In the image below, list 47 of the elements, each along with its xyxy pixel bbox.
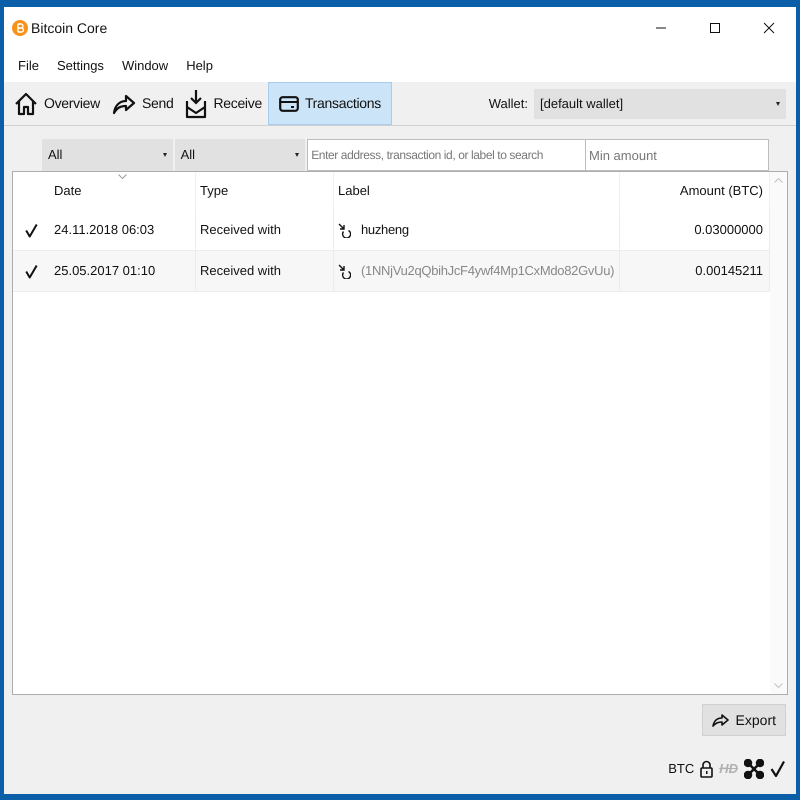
menu-item[interactable]: Window (114, 54, 176, 78)
dropdown-arrow-icon (776, 102, 780, 106)
incoming-arrow-icon (338, 222, 351, 238)
table-cell-text: (1NNjVu2qQbihJcF4ywf4Mp1CxMdo82GvUu) (361, 262, 614, 280)
tab[interactable]: Receive (179, 82, 268, 125)
table-cell-text: 0.00145211 (695, 262, 763, 280)
table-cell-text: Received with (200, 262, 281, 280)
table-cell-text: Received with (200, 221, 281, 240)
table-cell-text: huzheng (361, 221, 409, 240)
tab[interactable]: Send (106, 82, 180, 125)
wallet-label: Wallet: (488, 94, 528, 113)
incoming-arrow-icon (338, 264, 351, 278)
inbox-arrow-icon (185, 88, 208, 118)
close-icon[interactable] (763, 22, 775, 34)
send-arrow-icon (112, 92, 136, 114)
window-title: Bitcoin Core (31, 18, 108, 38)
sort-caret-icon (118, 174, 127, 179)
table-cell-text: 0.03000000 (694, 221, 763, 240)
type-filter-dropdown[interactable]: All (174, 139, 306, 171)
send-arrow-icon (712, 713, 730, 727)
tab[interactable]: Transactions (268, 82, 392, 125)
table-cell-text: 25.05.2017 01:10 (54, 262, 156, 280)
menu-item[interactable]: Settings (48, 54, 112, 78)
house-icon (14, 92, 38, 116)
card-icon (278, 96, 299, 112)
unit-label[interactable]: BTC (668, 759, 694, 779)
wallet-dropdown[interactable]: [default wallet] (534, 88, 786, 118)
dropdown-arrow-icon (162, 153, 167, 157)
export-button[interactable]: Export (702, 704, 786, 736)
tab[interactable]: Overview (8, 82, 106, 125)
min-amount-field[interactable]: Min amount (586, 139, 769, 171)
table-cell-text: 24.11.2018 06:03 (54, 221, 154, 240)
dropdown-arrow-icon (295, 153, 300, 157)
lock-icon[interactable] (700, 760, 714, 778)
bitcoin-logo-icon (12, 20, 28, 36)
hd-status: HD (719, 760, 738, 778)
column-header[interactable]: Amount (BTC) (680, 181, 763, 201)
network-icon[interactable] (744, 759, 764, 779)
search-field[interactable]: Enter address, transaction id, or label to search (307, 139, 586, 171)
maximize-icon[interactable] (709, 22, 721, 34)
column-header[interactable]: Date (54, 181, 82, 201)
checkmark-icon[interactable] (770, 760, 786, 778)
column-header[interactable]: Label (338, 181, 370, 201)
menu-item[interactable]: File (10, 54, 47, 78)
date-filter-dropdown[interactable]: All (42, 139, 173, 171)
column-header[interactable]: Type (200, 181, 228, 201)
menu-item[interactable]: Help (178, 54, 221, 78)
